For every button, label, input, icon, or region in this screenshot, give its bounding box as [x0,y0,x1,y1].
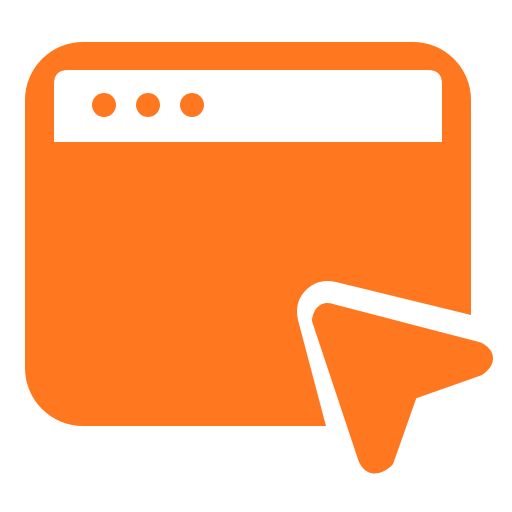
window-dot-1 [92,93,116,117]
icon-canvas [0,0,512,512]
window-dot-2 [136,93,160,117]
window-dot-3 [180,93,204,117]
browser-window-cursor-icon [25,42,493,474]
